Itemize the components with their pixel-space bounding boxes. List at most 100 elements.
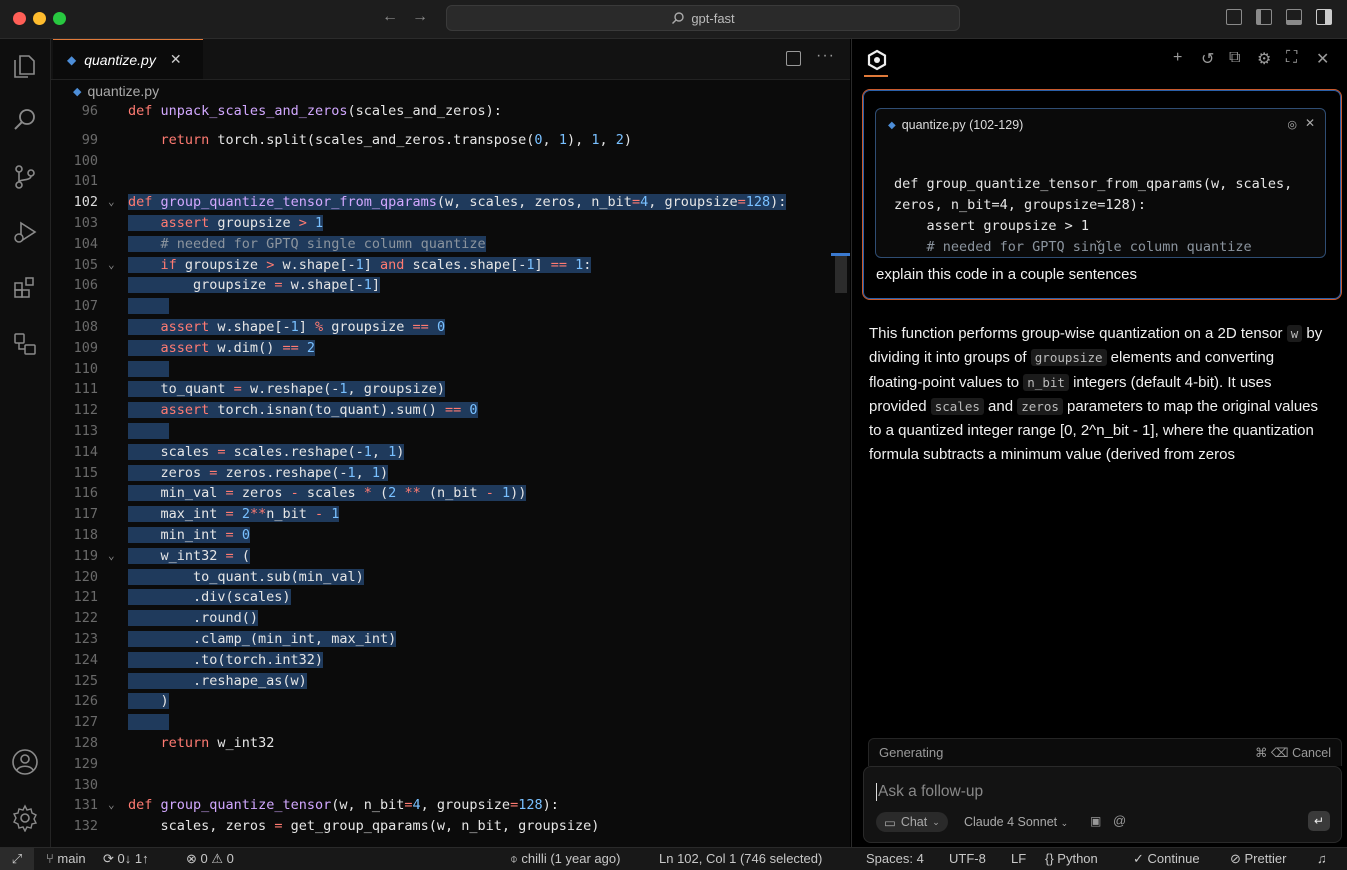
problems-indicator[interactable]: ⊗ 0 ⚠ 0 <box>186 851 234 867</box>
close-window-button[interactable] <box>13 12 26 25</box>
code-line[interactable]: 130 <box>51 777 841 798</box>
code-line[interactable]: 116 min_val = zeros - scales * (2 ** (n_… <box>51 485 841 506</box>
code-line[interactable]: 114 scales = scales.reshape(-1, 1) <box>51 443 841 465</box>
code-line[interactable]: 105 ⌄ if groupsize > w.shape[-1] and scal… <box>51 256 841 278</box>
chat-bubble-icon: ▭ <box>884 815 896 830</box>
search-icon[interactable] <box>10 105 40 135</box>
image-attach-icon[interactable]: ▣ <box>1090 814 1101 828</box>
code-line[interactable]: 113 <box>51 423 841 444</box>
code-line[interactable]: 109 assert w.dim() == 2 <box>51 339 841 361</box>
notifications-bell-icon[interactable]: ♫ <box>1317 851 1327 866</box>
send-enter-icon[interactable]: ↵ <box>1308 811 1330 831</box>
code-line[interactable]: 118 min_int = 0 <box>51 527 841 548</box>
fold-chevron-icon[interactable]: ⌄ <box>108 798 115 811</box>
source-control-icon[interactable] <box>10 162 40 192</box>
code-line[interactable]: 121 .div(scales) <box>51 589 841 610</box>
toggle-primary-sidebar-icon[interactable] <box>1256 9 1272 25</box>
code-line[interactable]: 131 ⌄ def group_quantize_tensor(w, n_bit=4… <box>51 797 841 818</box>
fold-chevron-icon[interactable]: ⌄ <box>108 195 115 208</box>
code-line[interactable]: 112 assert torch.isnan(to_quant).sum() =… <box>51 402 841 423</box>
customize-layout-icon[interactable] <box>1226 9 1242 25</box>
back-arrow-icon[interactable]: ← <box>382 8 398 26</box>
code-line[interactable]: 123 .clamp_(min_int, max_int) <box>51 631 841 652</box>
code-line[interactable]: 108 assert w.shape[-1] % groupsize == 0 <box>51 319 841 340</box>
settings-gear-icon[interactable] <box>10 803 40 833</box>
end-of-line[interactable]: LF <box>1011 851 1026 866</box>
cursor-position[interactable]: Ln 102, Col 1 (746 selected) <box>659 851 822 866</box>
code-context-block[interactable]: ◆ quantize.py (102-129) ◎ ✕ def group_qu… <box>875 108 1326 258</box>
minimize-window-button[interactable] <box>33 12 46 25</box>
code-line[interactable]: 122 .round() <box>51 610 841 631</box>
code-text <box>128 423 169 439</box>
code-line[interactable]: 107 <box>51 298 841 319</box>
code-line[interactable]: 124 .to(torch.int32) <box>51 651 841 673</box>
user-message-card[interactable]: ◆ quantize.py (102-129) ◎ ✕ def group_qu… <box>862 89 1342 300</box>
explorer-icon[interactable] <box>10 51 40 81</box>
editor-scrollbar[interactable] <box>835 253 847 293</box>
follow-up-input[interactable]: Ask a follow-up ▭ Chat ⌄ Claude 4 Sonnet… <box>863 766 1342 843</box>
model-selector[interactable]: Claude 4 Sonnet ⌄ <box>964 815 1068 829</box>
code-line[interactable]: 99 return torch.split(scales_and_zeros.t… <box>51 132 841 153</box>
fullscreen-icon[interactable]: ⛶ <box>1286 49 1297 67</box>
code-line[interactable]: 132 scales, zeros = get_group_qparams(w,… <box>51 818 841 839</box>
close-tab-icon[interactable]: ✕ <box>170 51 182 68</box>
continue-status[interactable]: ✓ Continue <box>1133 851 1200 867</box>
remote-indicator-icon[interactable]: ⤢ <box>0 848 34 870</box>
toggle-secondary-sidebar-icon[interactable] <box>1316 9 1332 25</box>
remote-explorer-icon[interactable] <box>10 329 40 359</box>
sync-indicator[interactable]: ⟳ 0↓ 1↑ <box>103 851 149 867</box>
mode-selector[interactable]: ▭ Chat ⌄ <box>876 812 948 832</box>
code-line[interactable]: 119 ⌄ w_int32 = ( <box>51 547 841 569</box>
expand-chevron-icon[interactable]: ⌄ <box>1094 233 1103 246</box>
code-line[interactable]: 100 <box>51 153 841 174</box>
code-line[interactable]: 102 ⌄ def group_quantize_tensor_from_qpara… <box>51 194 841 215</box>
maximize-window-button[interactable] <box>53 12 66 25</box>
new-chat-icon[interactable]: + <box>1173 49 1182 67</box>
code-line[interactable]: 127 <box>51 714 841 735</box>
fold-chevron-icon[interactable]: ⌄ <box>108 549 115 562</box>
extensions-icon[interactable] <box>10 272 40 302</box>
code-line[interactable]: 126 ) <box>51 693 841 714</box>
history-icon[interactable]: ↺ <box>1201 49 1214 69</box>
code-line[interactable]: 117 max_int = 2**n_bit - 1 <box>51 506 841 527</box>
code-line[interactable]: 128 return w_int32 <box>51 735 841 756</box>
code-line[interactable]: 104 # needed for GPTQ single column quan… <box>51 235 841 257</box>
code-line[interactable]: 101 <box>51 173 841 194</box>
tab-quantize-py[interactable]: ◆ quantize.py ✕ <box>53 39 203 79</box>
code-line[interactable]: 125 .reshape_as(w) <box>51 672 841 694</box>
breadcrumb[interactable]: ◆ quantize.py <box>73 83 159 99</box>
hide-context-icon[interactable]: ◎ <box>1287 118 1297 131</box>
run-debug-icon[interactable] <box>10 217 40 247</box>
command-center-search[interactable]: gpt-fast <box>446 5 960 31</box>
encoding[interactable]: UTF-8 <box>949 851 986 866</box>
code-line[interactable]: 111 to_quant = w.reshape(-1, groupsize) <box>51 381 841 402</box>
indentation[interactable]: Spaces: 4 <box>866 851 924 866</box>
code-line[interactable]: 120 to_quant.sub(min_val) <box>51 568 841 590</box>
language-mode[interactable]: {} Python <box>1045 851 1098 866</box>
line-number: 121 <box>73 589 98 606</box>
more-actions-icon[interactable]: ··· <box>816 47 835 65</box>
code-text: w_int32 = ( <box>128 547 250 564</box>
settings-gear-icon[interactable]: ⚙ <box>1257 49 1271 69</box>
accounts-icon[interactable] <box>10 747 40 777</box>
cancel-button[interactable]: ⌘ ⌫ Cancel <box>1255 745 1331 760</box>
branch-indicator[interactable]: ⑂ main <box>46 851 86 866</box>
mention-icon[interactable]: @ <box>1113 813 1126 828</box>
fold-chevron-icon[interactable]: ⌄ <box>108 258 115 271</box>
continue-logo-icon[interactable] <box>866 49 888 71</box>
code-view[interactable]: 96 def unpack_scales_and_zeros(scales_and… <box>51 103 850 847</box>
forward-arrow-icon[interactable]: → <box>412 8 428 26</box>
split-editor-icon[interactable] <box>786 51 801 66</box>
open-in-editor-icon[interactable]: ⧉ <box>1229 49 1240 67</box>
code-line[interactable]: 115 zeros = zeros.reshape(-1, 1) <box>51 464 841 486</box>
remove-context-icon[interactable]: ✕ <box>1305 116 1315 130</box>
git-blame[interactable]: ⌽ chilli (1 year ago) <box>510 851 620 867</box>
close-panel-icon[interactable]: ✕ <box>1316 49 1329 69</box>
prettier-status[interactable]: ⊘ Prettier <box>1230 851 1286 867</box>
code-line[interactable]: 103 assert groupsize > 1 <box>51 215 841 236</box>
toggle-panel-icon[interactable] <box>1286 9 1302 25</box>
code-line[interactable]: 96 def unpack_scales_and_zeros(scales_and… <box>51 103 841 124</box>
code-line[interactable]: 110 <box>51 360 841 382</box>
code-line[interactable]: 106 groupsize = w.shape[-1] <box>51 277 841 298</box>
code-line[interactable]: 129 <box>51 756 841 777</box>
